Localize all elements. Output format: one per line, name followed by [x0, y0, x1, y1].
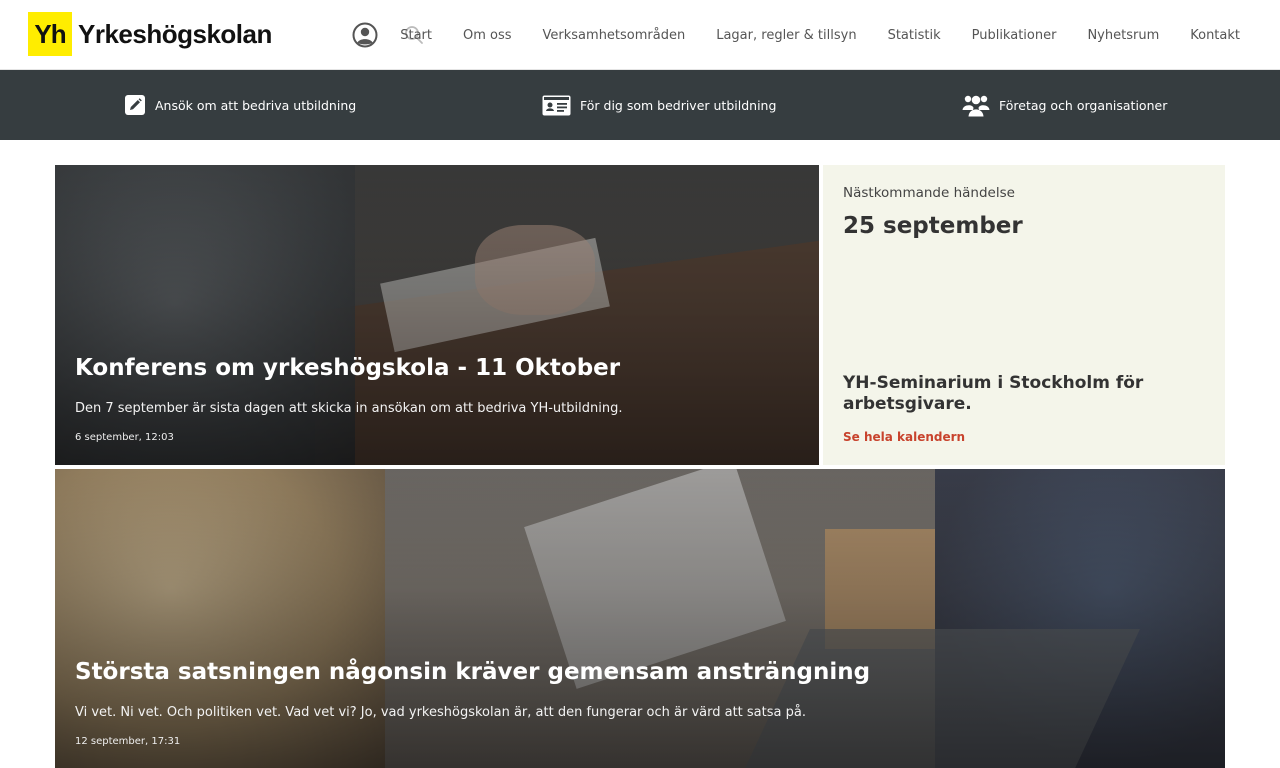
audience-label: För dig som bedriver utbildning [580, 97, 777, 113]
audience-bar: Ansök om att bedriva utbildning För dig … [0, 70, 1280, 140]
site-header: Yh Yrkeshögskolan Start Om oss Verksamhe… [0, 0, 1280, 70]
pencil-icon [124, 94, 146, 116]
second-article[interactable]: Största satsningen någonsin kräver gemen… [55, 469, 1225, 768]
second-excerpt: Vi vet. Ni vet. Och politiken vet. Vad v… [75, 705, 806, 720]
logo-text: Yrkeshögskolan [78, 18, 272, 49]
hero-overlay [55, 165, 819, 465]
audience-link-foretag[interactable]: Företag och organisationer [962, 70, 1167, 140]
users-icon [962, 93, 990, 117]
next-event-title[interactable]: YH-Seminarium i Stockholm för arbetsgiva… [843, 373, 1203, 415]
featured-date: 6 september, 12:03 [75, 432, 174, 443]
featured-excerpt: Den 7 september är sista dagen att skick… [75, 401, 623, 416]
featured-title[interactable]: Konferens om yrkeshögskola - 11 Oktober [75, 355, 620, 381]
nav-publikationer[interactable]: Publikationer [972, 28, 1057, 43]
nav-nyhetsrum[interactable]: Nyhetsrum [1087, 28, 1159, 43]
nav-start[interactable]: Start [400, 28, 432, 43]
nav-verksamhetsomraden[interactable]: Verksamhetsområden [543, 28, 686, 43]
nav-lagar-regler[interactable]: Lagar, regler & tillsyn [716, 28, 856, 43]
id-card-icon [542, 95, 571, 116]
main-nav: Start Om oss Verksamhetsområden Lagar, r… [400, 0, 1240, 70]
featured-article[interactable]: Konferens om yrkeshögskola - 11 Oktober … [55, 165, 819, 465]
second-title[interactable]: Största satsningen någonsin kräver gemen… [75, 659, 870, 685]
nav-om-oss[interactable]: Om oss [463, 28, 512, 43]
next-event-panel: Nästkommande händelse 25 september YH-Se… [823, 165, 1225, 465]
next-event-label: Nästkommande händelse [843, 185, 1015, 201]
nav-kontakt[interactable]: Kontakt [1190, 28, 1240, 43]
next-event-date: 25 september [843, 213, 1023, 239]
logo-mark: Yh [28, 12, 72, 56]
hero-overlay [55, 469, 1225, 768]
audience-label: Ansök om att bedriva utbildning [155, 97, 357, 113]
site-logo[interactable]: Yh Yrkeshögskolan [28, 12, 272, 56]
audience-link-bedriver[interactable]: För dig som bedriver utbildning [542, 70, 776, 140]
audience-label: Företag och organisationer [999, 97, 1168, 113]
audience-link-ansok[interactable]: Ansök om att bedriva utbildning [124, 70, 356, 140]
user-circle-icon[interactable] [352, 22, 378, 48]
second-date: 12 september, 17:31 [75, 736, 181, 747]
calendar-link[interactable]: Se hela kalendern [843, 430, 965, 444]
nav-statistik[interactable]: Statistik [888, 28, 941, 43]
